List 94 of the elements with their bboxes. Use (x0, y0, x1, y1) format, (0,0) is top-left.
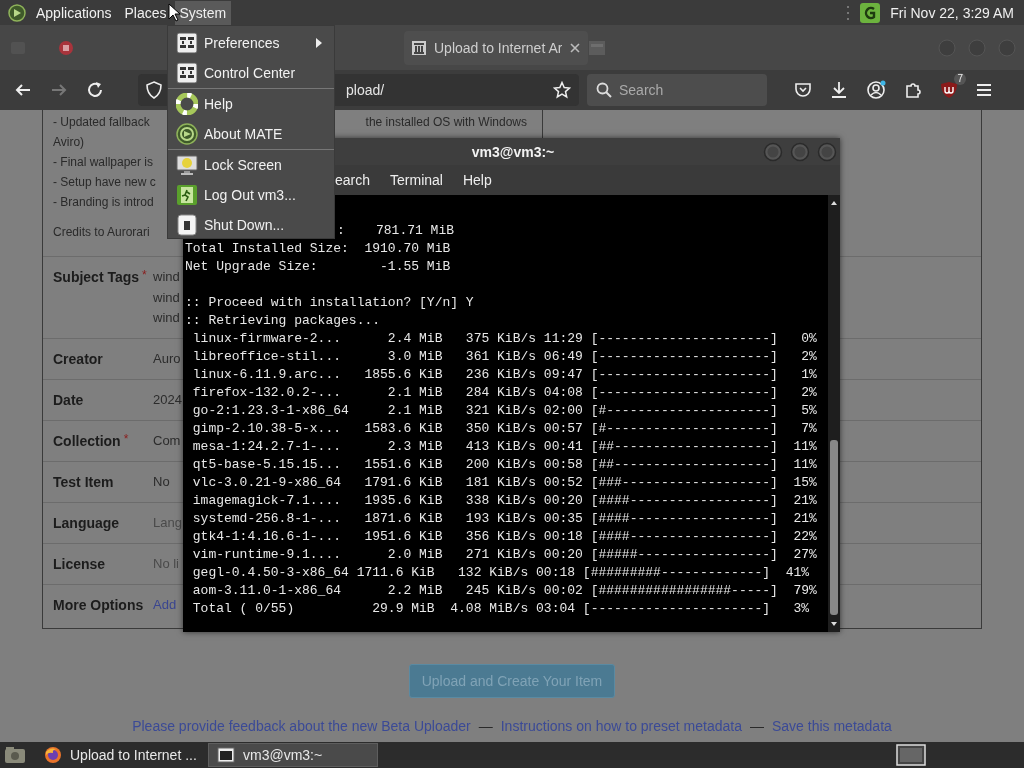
taskbar-button[interactable]: vm3@vm3:~ (208, 743, 378, 767)
star-icon[interactable] (553, 81, 571, 99)
description-text: - Setup have new c (53, 174, 156, 191)
menu-item[interactable]: About MATE (168, 119, 334, 149)
browser-icon (44, 746, 62, 764)
field-label: Collection (53, 432, 121, 451)
terminal-line: linux-firmware-2... 2.4 MiB 375 KiB/s 11:29 [----------------------] 0% (191, 330, 818, 348)
exit-icon (176, 184, 198, 206)
separator-dash: — (478, 718, 493, 734)
field-label: License (53, 555, 106, 574)
clock-text: Fri Nov 22, 3:29 AM (890, 4, 1014, 21)
settings-icon (176, 32, 198, 54)
field-label: Language (53, 514, 120, 533)
description-text: - Updated fallback (53, 114, 150, 131)
required-mark: * (123, 431, 129, 447)
terminal-line: libreoffice-stil... 3.0 MiB 361 KiB/s 06:49 [----------------------] 2% (191, 348, 818, 366)
search-icon (596, 82, 612, 98)
field-value: wind (153, 309, 180, 327)
device-icon (176, 214, 198, 236)
menu-item[interactable]: Log Out vm3... (168, 180, 334, 210)
show-desktop-icon[interactable] (4, 745, 26, 765)
terminal-line: mesa-1:24.2.7-1-... 2.3 MiB 413 KiB/s 00:41 [##--------------------] 11% (191, 438, 818, 456)
browser-tab[interactable]: Upload to Internet Ar (404, 30, 588, 65)
description-text: the installed OS with Windows (365, 114, 527, 131)
required-mark: * (142, 267, 147, 283)
reload-icon[interactable] (86, 81, 104, 99)
panel-menu[interactable]: System (174, 0, 232, 25)
terminal-icon (217, 746, 235, 764)
description-text: - Final wallpaper is (53, 154, 154, 171)
terminal-line: Net Upgrade Size: -1.55 MiB (185, 258, 452, 276)
scrollbar[interactable] (828, 195, 840, 632)
app-icon[interactable] (860, 2, 881, 23)
window-title: vm3@vm3:~ (471, 143, 555, 160)
terminal-line: : 781.71 MiB (337, 222, 456, 240)
terminal-line: Total Installed Size: 1910.70 MiB (185, 240, 452, 258)
search-field[interactable]: Search (587, 74, 767, 106)
terminal-line: vlc-3.0.21-9-x86_64 1791.6 KiB 181 KiB/s 00:52 [###-------------------] 15% (191, 474, 818, 492)
pocket-icon[interactable] (794, 81, 812, 99)
workspace-switcher[interactable] (896, 744, 926, 766)
field-label: Subject Tags (53, 268, 140, 287)
download-icon[interactable] (830, 81, 848, 99)
terminal-line: imagemagick-7.1.... 1935.6 KiB 338 KiB/s 00:20 [####------------------] 21% (191, 492, 818, 510)
logo-icon[interactable] (8, 3, 26, 22)
monitor-icon (176, 154, 198, 176)
field-label: Test Item (53, 473, 114, 492)
terminal-line: qt5-base-5.15.15... 1551.6 KiB 200 KiB/s 00:58 [##--------------------] 11% (191, 456, 818, 474)
field-value: Com (153, 432, 181, 450)
terminal-line: :: Retrieving packages... (185, 312, 382, 330)
menu-button[interactable]: earch (335, 172, 371, 188)
field-value: No (153, 473, 170, 491)
menu-button[interactable]: Help (462, 172, 492, 188)
panel-menu[interactable]: Places (119, 0, 172, 25)
taskbar-button[interactable]: Upload to Internet ... (36, 744, 204, 766)
terminal-line: go-2:1.23.3-1-x86_64 2.1 MiB 321 KiB/s 02:00 [#---------------------] 5% (191, 402, 818, 420)
menu-item[interactable]: Preferences (168, 28, 334, 58)
terminal-line: aom-3.11.0-1-x86_64 2.2 MiB 245 KiB/s 00:02 [#################-----] 79% (191, 582, 818, 600)
shield-icon[interactable] (940, 81, 958, 99)
terminal-line: gegl-0.4.50-3-x86_64 1711.6 KiB 132 KiB/s 00:18 [#########-------------] 41% (191, 564, 811, 582)
description-text: - Branding is introd (53, 194, 154, 211)
menu-button[interactable]: Terminal (390, 172, 443, 188)
description-text: Aviro) (53, 134, 85, 151)
field-value: wind (153, 268, 180, 286)
help-icon (176, 93, 198, 115)
handle-icon (846, 4, 851, 21)
terminal-line: gtk4-1:4.16.6-1-... 1951.6 KiB 356 KiB/s 00:18 [####------------------] 22% (191, 528, 818, 546)
cursor-icon (168, 3, 180, 22)
logo-icon (176, 123, 198, 145)
puzzle-icon[interactable] (904, 81, 922, 99)
field-label: More Options (53, 596, 144, 615)
close-icon[interactable] (570, 42, 580, 53)
field-value: Auro (153, 350, 181, 368)
tab-favicon-icon[interactable] (58, 39, 74, 56)
terminal-line: firefox-132.0.2-... 2.1 MiB 284 KiB/s 04:08 [----------------------] 2% (191, 384, 818, 402)
menu-item[interactable]: Lock Screen (168, 150, 334, 180)
terminal-line: systemd-256.8-1-... 1871.6 KiB 193 KiB/s 00:35 [####------------------] 21% (191, 510, 818, 528)
description-text: Credits to Aurorari (53, 224, 150, 241)
terminal-line: :: Proceed with installation? [Y/n] Y (185, 294, 475, 312)
field-label: Date (53, 391, 84, 410)
columns-icon (412, 40, 426, 55)
separator-dash: — (750, 718, 764, 734)
field-value: wind (153, 288, 180, 307)
terminal-line: vim-runtime-9.1.... 2.0 MiB 271 KiB/s 00:20 [#####-----------------] 27% (191, 546, 818, 564)
terminal-line: linux-6.11.9.arc... 1855.6 KiB 236 KiB/s 09:47 [----------------------] 1% (191, 366, 818, 384)
terminal-line: Total ( 0/55) 29.9 MiB 4.08 MiB/s 03:04 [----------------------] 3% (191, 600, 811, 618)
field-label: Creator (53, 350, 103, 369)
field-value: 2024 (153, 391, 182, 409)
menu-icon[interactable] (976, 83, 992, 97)
badge-count: 7 (954, 73, 966, 85)
panel-menu[interactable]: Applications (31, 0, 117, 25)
shield-icon[interactable] (146, 81, 162, 99)
menu-item[interactable]: Shut Down... (168, 210, 334, 240)
account-icon[interactable] (866, 80, 886, 100)
settings-icon (176, 62, 198, 84)
terminal-line: gimp-2.10.38-5-x... 1583.6 KiB 350 KiB/s 00:57 [#---------------------] 7% (191, 420, 818, 438)
